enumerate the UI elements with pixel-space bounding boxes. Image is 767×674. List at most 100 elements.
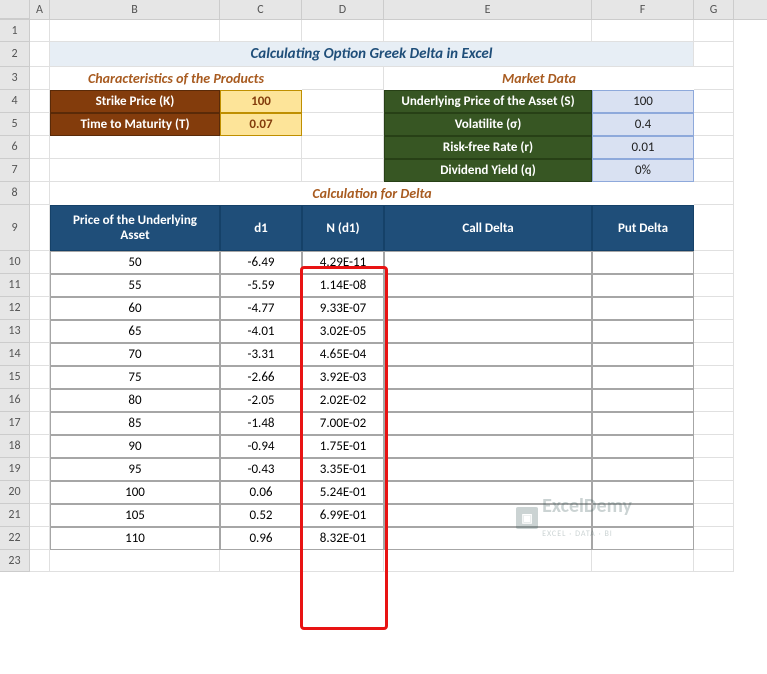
- dt-nd1[interactable]: 8.32E-01: [302, 527, 384, 550]
- col-header-E[interactable]: E: [384, 0, 592, 19]
- cell[interactable]: [30, 113, 50, 136]
- volatility-label[interactable]: Volatilite (σ): [384, 113, 592, 136]
- cell[interactable]: [30, 550, 50, 572]
- cell[interactable]: [694, 366, 734, 389]
- cell[interactable]: [694, 458, 734, 481]
- dt-put[interactable]: [592, 389, 694, 412]
- cell[interactable]: [30, 435, 50, 458]
- cell[interactable]: [694, 343, 734, 366]
- cell[interactable]: [50, 550, 220, 572]
- time-maturity-value[interactable]: 0.07: [220, 113, 302, 136]
- dt-call[interactable]: [384, 412, 592, 435]
- dt-nd1[interactable]: 9.33E-07: [302, 297, 384, 320]
- cell[interactable]: [50, 20, 220, 42]
- cell[interactable]: [30, 366, 50, 389]
- cell[interactable]: [694, 412, 734, 435]
- dividend-yield-value[interactable]: 0%: [592, 159, 694, 182]
- dt-d1[interactable]: -0.94: [220, 435, 302, 458]
- dt-put[interactable]: [592, 458, 694, 481]
- cell[interactable]: [694, 159, 734, 182]
- dt-price[interactable]: 95: [50, 458, 220, 481]
- dt-call[interactable]: [384, 297, 592, 320]
- dt-header-d1[interactable]: d1: [220, 205, 302, 251]
- cell[interactable]: [30, 251, 50, 274]
- dt-call[interactable]: [384, 458, 592, 481]
- dt-header-put[interactable]: Put Delta: [592, 205, 694, 251]
- dt-nd1[interactable]: 1.75E-01: [302, 435, 384, 458]
- dt-nd1[interactable]: 3.92E-03: [302, 366, 384, 389]
- dividend-yield-label[interactable]: Dividend Yield (q): [384, 159, 592, 182]
- cell[interactable]: [302, 136, 384, 159]
- dt-d1[interactable]: -2.05: [220, 389, 302, 412]
- cell[interactable]: [302, 20, 384, 42]
- dt-header-nd1[interactable]: N (d1): [302, 205, 384, 251]
- dt-header-call[interactable]: Call Delta: [384, 205, 592, 251]
- cell[interactable]: [592, 20, 694, 42]
- dt-d1[interactable]: -0.43: [220, 458, 302, 481]
- strike-price-label[interactable]: Strike Price (K): [50, 90, 220, 113]
- row-header[interactable]: 14: [0, 343, 30, 366]
- dt-nd1[interactable]: 3.02E-05: [302, 320, 384, 343]
- risk-free-rate-value[interactable]: 0.01: [592, 136, 694, 159]
- cell[interactable]: [694, 113, 734, 136]
- dt-call[interactable]: [384, 343, 592, 366]
- cell[interactable]: [384, 550, 592, 572]
- row-header-2[interactable]: 2: [0, 42, 30, 67]
- cell[interactable]: [30, 320, 50, 343]
- cell[interactable]: [30, 527, 50, 550]
- cell[interactable]: [220, 159, 302, 182]
- cell[interactable]: [220, 136, 302, 159]
- dt-price[interactable]: 105: [50, 504, 220, 527]
- cell[interactable]: [694, 90, 734, 113]
- dt-d1[interactable]: 0.96: [220, 527, 302, 550]
- cell[interactable]: [50, 136, 220, 159]
- row-header[interactable]: 10: [0, 251, 30, 274]
- cell[interactable]: [302, 113, 384, 136]
- cell[interactable]: [30, 42, 50, 67]
- dt-nd1[interactable]: 4.65E-04: [302, 343, 384, 366]
- dt-d1[interactable]: -3.31: [220, 343, 302, 366]
- cell[interactable]: [694, 136, 734, 159]
- cell[interactable]: [694, 67, 734, 90]
- row-header-8[interactable]: 8: [0, 182, 30, 205]
- cell[interactable]: [694, 297, 734, 320]
- cell[interactable]: [592, 550, 694, 572]
- row-header[interactable]: 22: [0, 527, 30, 550]
- cell[interactable]: [50, 159, 220, 182]
- cell[interactable]: [30, 504, 50, 527]
- row-header[interactable]: 16: [0, 389, 30, 412]
- cell[interactable]: [30, 67, 50, 90]
- dt-price[interactable]: 65: [50, 320, 220, 343]
- dt-nd1[interactable]: 4.29E-11: [302, 251, 384, 274]
- dt-d1[interactable]: 0.06: [220, 481, 302, 504]
- dt-put[interactable]: [592, 412, 694, 435]
- col-header-F[interactable]: F: [592, 0, 694, 19]
- select-all-corner[interactable]: [0, 0, 30, 19]
- dt-price[interactable]: 75: [50, 366, 220, 389]
- row-header[interactable]: 17: [0, 412, 30, 435]
- cell[interactable]: [302, 67, 384, 90]
- cell[interactable]: [694, 527, 734, 550]
- cell[interactable]: [30, 458, 50, 481]
- row-header[interactable]: 11: [0, 274, 30, 297]
- cell[interactable]: [30, 159, 50, 182]
- dt-price[interactable]: 50: [50, 251, 220, 274]
- cell[interactable]: [302, 90, 384, 113]
- cell[interactable]: [694, 550, 734, 572]
- row-header-7[interactable]: 7: [0, 159, 30, 182]
- cell[interactable]: [694, 504, 734, 527]
- cell[interactable]: [694, 182, 734, 205]
- col-header-A[interactable]: A: [30, 0, 50, 19]
- volatility-value[interactable]: 0.4: [592, 113, 694, 136]
- dt-put[interactable]: [592, 504, 694, 527]
- dt-d1[interactable]: -5.59: [220, 274, 302, 297]
- dt-put[interactable]: [592, 274, 694, 297]
- dt-nd1[interactable]: 1.14E-08: [302, 274, 384, 297]
- cell[interactable]: [302, 550, 384, 572]
- cell[interactable]: [30, 205, 50, 251]
- dt-price[interactable]: 55: [50, 274, 220, 297]
- row-header-1[interactable]: 1: [0, 20, 30, 42]
- dt-nd1[interactable]: 3.35E-01: [302, 458, 384, 481]
- cell[interactable]: [30, 412, 50, 435]
- dt-price[interactable]: 110: [50, 527, 220, 550]
